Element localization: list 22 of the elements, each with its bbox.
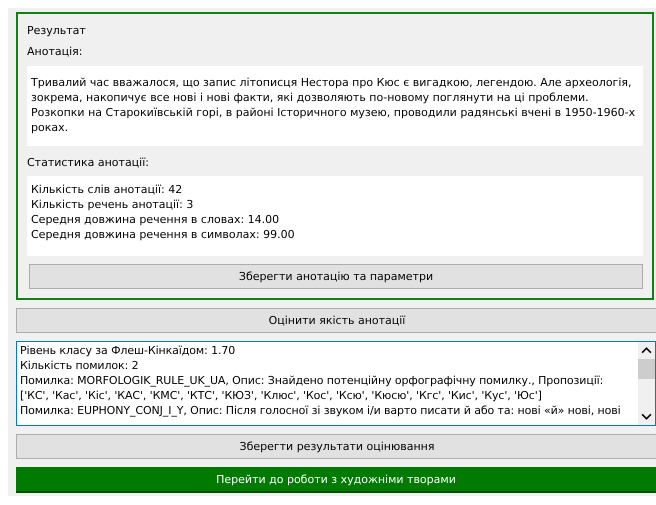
scrollbar[interactable] bbox=[638, 342, 655, 425]
save-annotation-button[interactable]: Зберегти анотацію та параметри bbox=[29, 264, 643, 289]
save-results-button[interactable]: Зберегти результати оцінювання bbox=[16, 434, 656, 459]
annotation-text[interactable]: Тривалий час вважалося, що запис літописця Нестора про Кюс є вигадкою, легендою. Але археологія, зокрема, накопичує все нові і нові факти, які дозволяють по-новому поглянути на ці проблеми. Розкопки на Старокиївській горі, в районі Історичного музею, проводили радянські вчені в 1950-1960-х роках. bbox=[27, 66, 643, 146]
scroll-down-icon[interactable] bbox=[641, 411, 652, 422]
navigate-button[interactable]: Перейти до роботи з художніми творами bbox=[16, 467, 656, 493]
result-line: Помилка: EUPHONY_CONJ_I_Y, Опис: Після голосної зі звуком і/и варто писати й або та: нові «й» нові, нові bbox=[20, 403, 622, 418]
stats-line: Кількість слів анотації: 42 bbox=[31, 182, 184, 197]
annotation-label: Анотація: bbox=[27, 45, 84, 59]
scroll-thumb[interactable] bbox=[638, 359, 655, 379]
stats-line: Середня довжина речення в символах: 99.00 bbox=[31, 227, 296, 242]
result-line: Помилка: MORFOLOGIK_RULE_UK_UA, Опис: Знайдено потенційну орфографічну помилку., Пропозиції: ['КС', 'Кас', 'Кіс', 'КАС', 'КМС', 'КТС', 'КЮЗ', 'Клюс', 'Кос', 'Ксю', 'Кюсю', 'Кгс', 'Кис', 'Кус', 'Юс'] bbox=[20, 373, 604, 403]
results-field[interactable] bbox=[16, 341, 656, 426]
evaluate-button[interactable]: Оцінити якість анотації bbox=[16, 308, 656, 333]
stats-label: Статистика анотації: bbox=[27, 156, 150, 170]
result-line: Кількість помилок: 2 bbox=[20, 358, 140, 373]
scroll-up-icon[interactable] bbox=[641, 345, 652, 356]
stats-line: Середня довжина речення в словах: 14.00 bbox=[31, 212, 280, 227]
group-title: Результат bbox=[27, 24, 87, 38]
stats-line: Кількість речень анотації: 3 bbox=[31, 197, 194, 212]
result-line: Рівень класу за Флеш-Кінкаїдом: 1.70 bbox=[20, 343, 236, 358]
stats-field[interactable]: Кількість слів анотації: 42 Кількість речень анотації: 3 Середня довжина речення в словах: 14.00 Середня довжина речення в символах: 99.00 bbox=[27, 176, 643, 256]
